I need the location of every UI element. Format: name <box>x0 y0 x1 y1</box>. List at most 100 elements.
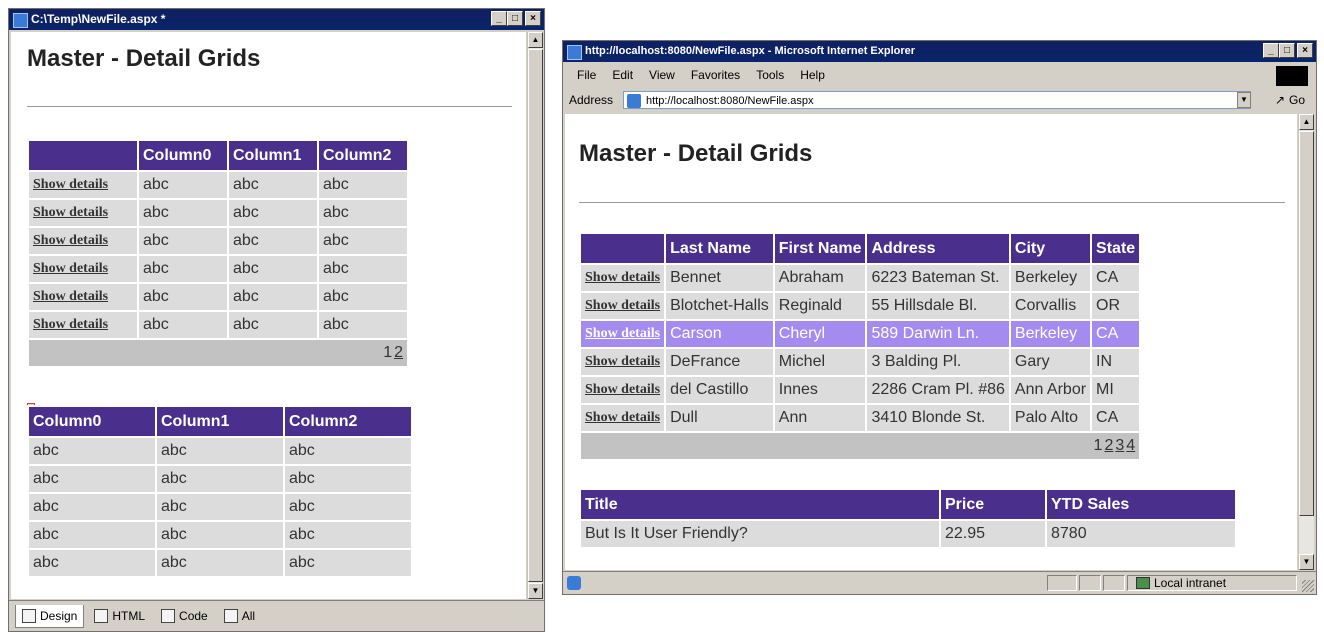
scroll-thumb[interactable] <box>1299 131 1314 516</box>
table-cell: abc <box>283 464 413 494</box>
show-details-link[interactable]: Show details <box>578 347 667 377</box>
html-view-icon <box>94 609 109 623</box>
show-details-link[interactable]: Show details <box>578 291 667 321</box>
table-cell: abc <box>155 464 285 494</box>
table-cell: abc <box>227 254 319 284</box>
address-dropdown-arrow-icon[interactable]: ▼ <box>1237 92 1251 108</box>
table-cell: abc <box>283 492 413 522</box>
browser-titlebar[interactable]: http://localhost:8080/NewFile.aspx - Mic… <box>563 41 1316 62</box>
table-cell: Berkeley <box>1008 319 1093 349</box>
column-header: Column1 <box>155 405 285 438</box>
table-row: Show details Bennet Abraham 6223 Bateman St… <box>578 263 1142 293</box>
ie-logo-icon <box>567 45 582 60</box>
show-details-link[interactable]: Show details <box>27 198 139 228</box>
table-cell: abc <box>227 310 319 340</box>
table-cell: abc <box>137 170 229 200</box>
table-cell: abc <box>27 464 157 494</box>
menu-item-help[interactable]: Help <box>800 68 825 82</box>
address-input[interactable]: http://localhost:8080/NewFile.aspx <box>623 91 1251 109</box>
tab-design[interactable]: Design <box>15 604 85 628</box>
maximize-button[interactable]: □ <box>507 11 523 26</box>
designer-titlebar[interactable]: C:\Temp\NewFile.aspx * _ □ × <box>9 9 544 30</box>
table-cell: IN <box>1090 347 1142 377</box>
scroll-up-arrow-icon[interactable]: ▲ <box>528 32 543 48</box>
table-cell: abc <box>137 198 229 228</box>
tab-code[interactable]: Code <box>155 605 214 627</box>
scroll-down-arrow-icon[interactable]: ▼ <box>1299 554 1314 570</box>
show-details-link[interactable]: Show details <box>578 375 667 405</box>
table-cell: abc <box>283 520 413 550</box>
close-button[interactable]: × <box>525 11 541 26</box>
windows-logo-icon <box>1276 66 1308 86</box>
show-details-link[interactable]: Show details <box>27 282 139 312</box>
code-view-icon <box>161 609 176 623</box>
go-arrow-icon[interactable]: ↗ <box>1275 93 1285 107</box>
scroll-thumb[interactable] <box>528 49 543 582</box>
minimize-button[interactable]: _ <box>491 11 507 26</box>
scroll-down-arrow-icon[interactable]: ▼ <box>528 583 543 599</box>
detail-grid: Title Price YTD Sales But Is It User Friend… <box>579 488 1237 549</box>
show-details-link[interactable]: Show details <box>27 310 139 340</box>
column-header: Price <box>939 488 1047 521</box>
browser-vertical-scrollbar[interactable]: ▲ ▼ <box>1298 114 1314 570</box>
maximize-button[interactable]: □ <box>1279 43 1295 58</box>
all-view-icon <box>223 609 238 623</box>
table-cell: abc <box>317 254 409 284</box>
status-panel <box>1103 575 1125 591</box>
column-header: Column2 <box>283 405 413 438</box>
intranet-zone-icon <box>1136 577 1150 589</box>
table-cell: abc <box>283 548 413 578</box>
address-bar: Address http://localhost:8080/NewFile.as… <box>563 88 1316 112</box>
page-status-icon <box>567 576 581 590</box>
resize-grip-icon[interactable] <box>1302 580 1314 592</box>
table-cell: abc <box>155 436 285 466</box>
menu-item-favorites[interactable]: Favorites <box>691 68 740 82</box>
column-header: YTD Sales <box>1045 488 1237 521</box>
table-cell: abc <box>317 170 409 200</box>
close-button[interactable]: × <box>1297 43 1313 58</box>
table-cell: CA <box>1090 403 1142 433</box>
show-details-link[interactable]: Show details <box>578 263 667 293</box>
table-cell: 55 Hillsdale Bl. <box>865 291 1011 321</box>
show-details-link[interactable]: Show details <box>27 254 139 284</box>
table-cell: 22.95 <box>939 519 1047 549</box>
design-view-icon <box>22 608 36 623</box>
scroll-up-arrow-icon[interactable]: ▲ <box>1299 114 1314 130</box>
column-header: State <box>1090 232 1142 265</box>
menu-item-tools[interactable]: Tools <box>756 68 784 82</box>
tab-all[interactable]: All <box>218 605 261 627</box>
table-row: Show details del Castillo Innes 2286 Cram P… <box>578 375 1142 405</box>
table-cell: abc <box>137 226 229 256</box>
menu-item-edit[interactable]: Edit <box>612 68 633 82</box>
detail-grid-design: Column0 Column1 Column2 abc abc abc abc abc abc a… <box>27 405 413 578</box>
page-link-2[interactable]: 2 <box>394 344 403 361</box>
table-cell: OR <box>1090 291 1142 321</box>
column-header <box>578 232 667 265</box>
master-grid-design: Column0 Column1 Column2 Show details abc abc a… <box>27 139 409 368</box>
minimize-button[interactable]: _ <box>1263 43 1279 58</box>
page-link-3[interactable]: 3 <box>1115 437 1124 454</box>
menu-item-view[interactable]: View <box>649 68 675 82</box>
pager: 12 <box>27 338 409 368</box>
column-header: Title <box>579 488 941 521</box>
table-cell: CA <box>1090 319 1142 349</box>
page-link-2[interactable]: 2 <box>1104 437 1113 454</box>
table-cell: 3410 Blonde St. <box>865 403 1011 433</box>
page-link-4[interactable]: 4 <box>1126 437 1135 454</box>
table-cell: abc <box>227 226 319 256</box>
go-button[interactable]: Go <box>1289 93 1305 107</box>
show-details-link[interactable]: Show details <box>27 226 139 256</box>
show-details-link[interactable]: Show details <box>578 319 667 349</box>
tab-html[interactable]: HTML <box>88 605 151 627</box>
table-cell: abc <box>155 520 285 550</box>
show-details-link[interactable]: Show details <box>27 170 139 200</box>
table-cell: abc <box>155 492 285 522</box>
designer-vertical-scrollbar[interactable]: ▲ ▼ <box>527 32 543 599</box>
show-details-link[interactable]: Show details <box>578 403 667 433</box>
table-cell: 2286 Cram Pl. #86 <box>865 375 1011 405</box>
menu-item-file[interactable]: File <box>577 68 596 82</box>
table-row: Show details abc abc abc <box>27 254 409 284</box>
aspx-file-icon <box>13 13 28 28</box>
status-panel <box>1047 575 1077 591</box>
view-tabs: Design HTML Code All <box>9 600 544 631</box>
